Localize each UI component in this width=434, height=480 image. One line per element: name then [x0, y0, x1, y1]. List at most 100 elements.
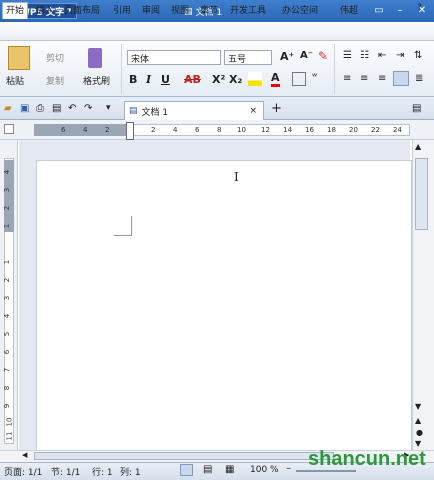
restore-button[interactable]: ▭ [372, 4, 386, 18]
bullet-list-icon[interactable]: ☰ [343, 50, 352, 61]
ruler-tick-label: 10 [237, 126, 246, 134]
distributed-align-icon[interactable]: ≣ [415, 73, 423, 84]
font-size-select[interactable]: 五号 [224, 50, 272, 65]
print-preview-icon[interactable]: ▤ [52, 103, 61, 114]
align-right-icon[interactable]: ≡ [378, 73, 386, 84]
next-page-icon[interactable]: ▼ [415, 439, 421, 448]
page-view-icon[interactable] [180, 464, 193, 476]
ruler-tick-label: 9 [3, 403, 12, 409]
status-page: 页面: 1/1 [4, 468, 43, 478]
prev-page-icon[interactable]: ▲ [415, 416, 421, 425]
ruler-tick-label: 3 [3, 187, 12, 193]
open-icon[interactable]: ▰ [4, 103, 12, 114]
user-menu[interactable]: 伟超 [340, 3, 358, 16]
hscroll-thumb[interactable] [34, 452, 334, 460]
tab-insert[interactable]: 插入 [36, 3, 54, 16]
sort-icon[interactable]: ⇅ [414, 50, 422, 61]
help-button[interactable]: ? [417, 3, 422, 13]
ruler-tick-label: 22 [371, 126, 380, 134]
grow-font-button[interactable]: A⁺ [280, 50, 294, 63]
ribbon-separator [121, 44, 122, 94]
align-left-icon[interactable]: ≡ [343, 73, 351, 84]
ruler-tick-label: 5 [3, 331, 12, 337]
tab-stop-selector[interactable] [4, 124, 14, 134]
new-tab-button[interactable]: + [271, 101, 282, 116]
format-painter-icon [88, 48, 102, 68]
tab-view[interactable]: 视图 [171, 3, 189, 16]
ruler-tick-label: 12 [261, 126, 270, 134]
save-icon[interactable]: ▣ [20, 103, 29, 114]
highlight-icon[interactable] [248, 72, 262, 86]
document-page[interactable] [36, 160, 412, 460]
tab-office-space[interactable]: 办公空间 [282, 3, 318, 16]
status-row: 行: 1 [92, 468, 113, 478]
ruler-tick-label: 8 [217, 126, 222, 134]
superscript-button[interactable]: X² [212, 73, 225, 86]
phonetic-guide-icon[interactable]: ʷ [312, 72, 317, 83]
align-center-icon[interactable]: ≡ [360, 73, 368, 84]
text-cursor-icon: I [234, 170, 239, 184]
decrease-indent-icon[interactable]: ⇤ [378, 50, 386, 61]
indent-marker[interactable] [126, 122, 134, 140]
ruler-margin [34, 124, 130, 136]
underline-button[interactable]: U [161, 73, 170, 86]
char-border-icon[interactable] [292, 72, 306, 86]
scroll-up-icon[interactable]: ▲ [415, 142, 421, 151]
ruler-tick-label: 11 [5, 431, 14, 441]
tab-review[interactable]: 审阅 [142, 3, 160, 16]
tab-list-icon[interactable]: ▤ [412, 103, 421, 114]
print-icon[interactable]: ⎙ [36, 103, 44, 114]
ruler-tick-label: 16 [305, 126, 314, 134]
font-name-select[interactable]: 宋体 [127, 50, 221, 65]
shrink-font-button[interactable]: A⁻ [300, 50, 313, 61]
ruler-tick-label: 7 [3, 367, 12, 373]
doc-tab-icon: ▤ [129, 106, 138, 116]
cut-button[interactable]: 剪切 [46, 51, 64, 64]
outline-view-icon[interactable]: ▤ [203, 464, 212, 475]
status-column: 列: 1 [120, 468, 141, 478]
ruler-tick-label: 2 [151, 126, 156, 134]
redo-icon[interactable]: ↷ [84, 103, 92, 114]
scroll-left-icon[interactable]: ◀ [22, 451, 27, 459]
ribbon-separator [334, 44, 335, 94]
tab-developer[interactable]: 开发工具 [230, 3, 266, 16]
undo-icon[interactable]: ↶ [68, 103, 76, 114]
format-painter-button[interactable]: 格式刷 [83, 74, 110, 87]
ruler-tick-label: 8 [3, 385, 12, 391]
tab-home[interactable]: 开始 [2, 2, 29, 19]
numbered-list-icon[interactable]: ☷ [360, 50, 369, 61]
close-tab-button[interactable]: × [249, 106, 257, 116]
web-view-icon[interactable]: ▦ [225, 464, 234, 475]
select-browse-icon[interactable]: ● [416, 428, 423, 437]
clear-format-icon[interactable]: ✎ [318, 49, 328, 63]
ruler-tick-label: 3 [3, 295, 12, 301]
scroll-down-icon[interactable]: ▼ [415, 402, 421, 411]
ruler-tick-label: 4 [173, 126, 178, 134]
document-tab[interactable]: ▤ 文档 1 × [124, 101, 264, 120]
bold-button[interactable]: B [129, 73, 137, 86]
doc-tab-label: 文档 1 [141, 107, 169, 118]
scrollbar-thumb[interactable] [415, 158, 428, 230]
font-color-button[interactable]: A [271, 71, 280, 87]
tab-page-layout[interactable]: 页面布局 [64, 3, 100, 16]
ruler-tick-label: 20 [349, 126, 358, 134]
italic-button[interactable]: I [146, 73, 151, 86]
ruler-tick-label: 4 [3, 169, 12, 175]
minimize-button[interactable]: – [393, 4, 407, 18]
tab-section[interactable]: 章节 [200, 3, 218, 16]
strikethrough-button[interactable]: AB [184, 73, 201, 86]
paste-button[interactable]: 粘贴 [6, 74, 24, 87]
justify-icon[interactable] [393, 71, 409, 86]
ruler-tick-label: 10 [5, 417, 14, 427]
ruler-tick-label: 4 [3, 313, 12, 319]
ruler-tick-label: 18 [327, 126, 336, 134]
subscript-button[interactable]: X₂ [229, 73, 242, 86]
tab-references[interactable]: 引用 [113, 3, 131, 16]
increase-indent-icon[interactable]: ⇥ [396, 50, 404, 61]
ruler-tick-label: 14 [283, 126, 292, 134]
copy-button[interactable]: 复制 [46, 74, 64, 87]
margin-corner-mark [114, 216, 132, 236]
ruler-tick-label: 2 [3, 205, 12, 211]
zoom-out-button[interactable]: – [286, 463, 291, 474]
customize-toolbar-icon[interactable]: ▾ [106, 103, 111, 113]
